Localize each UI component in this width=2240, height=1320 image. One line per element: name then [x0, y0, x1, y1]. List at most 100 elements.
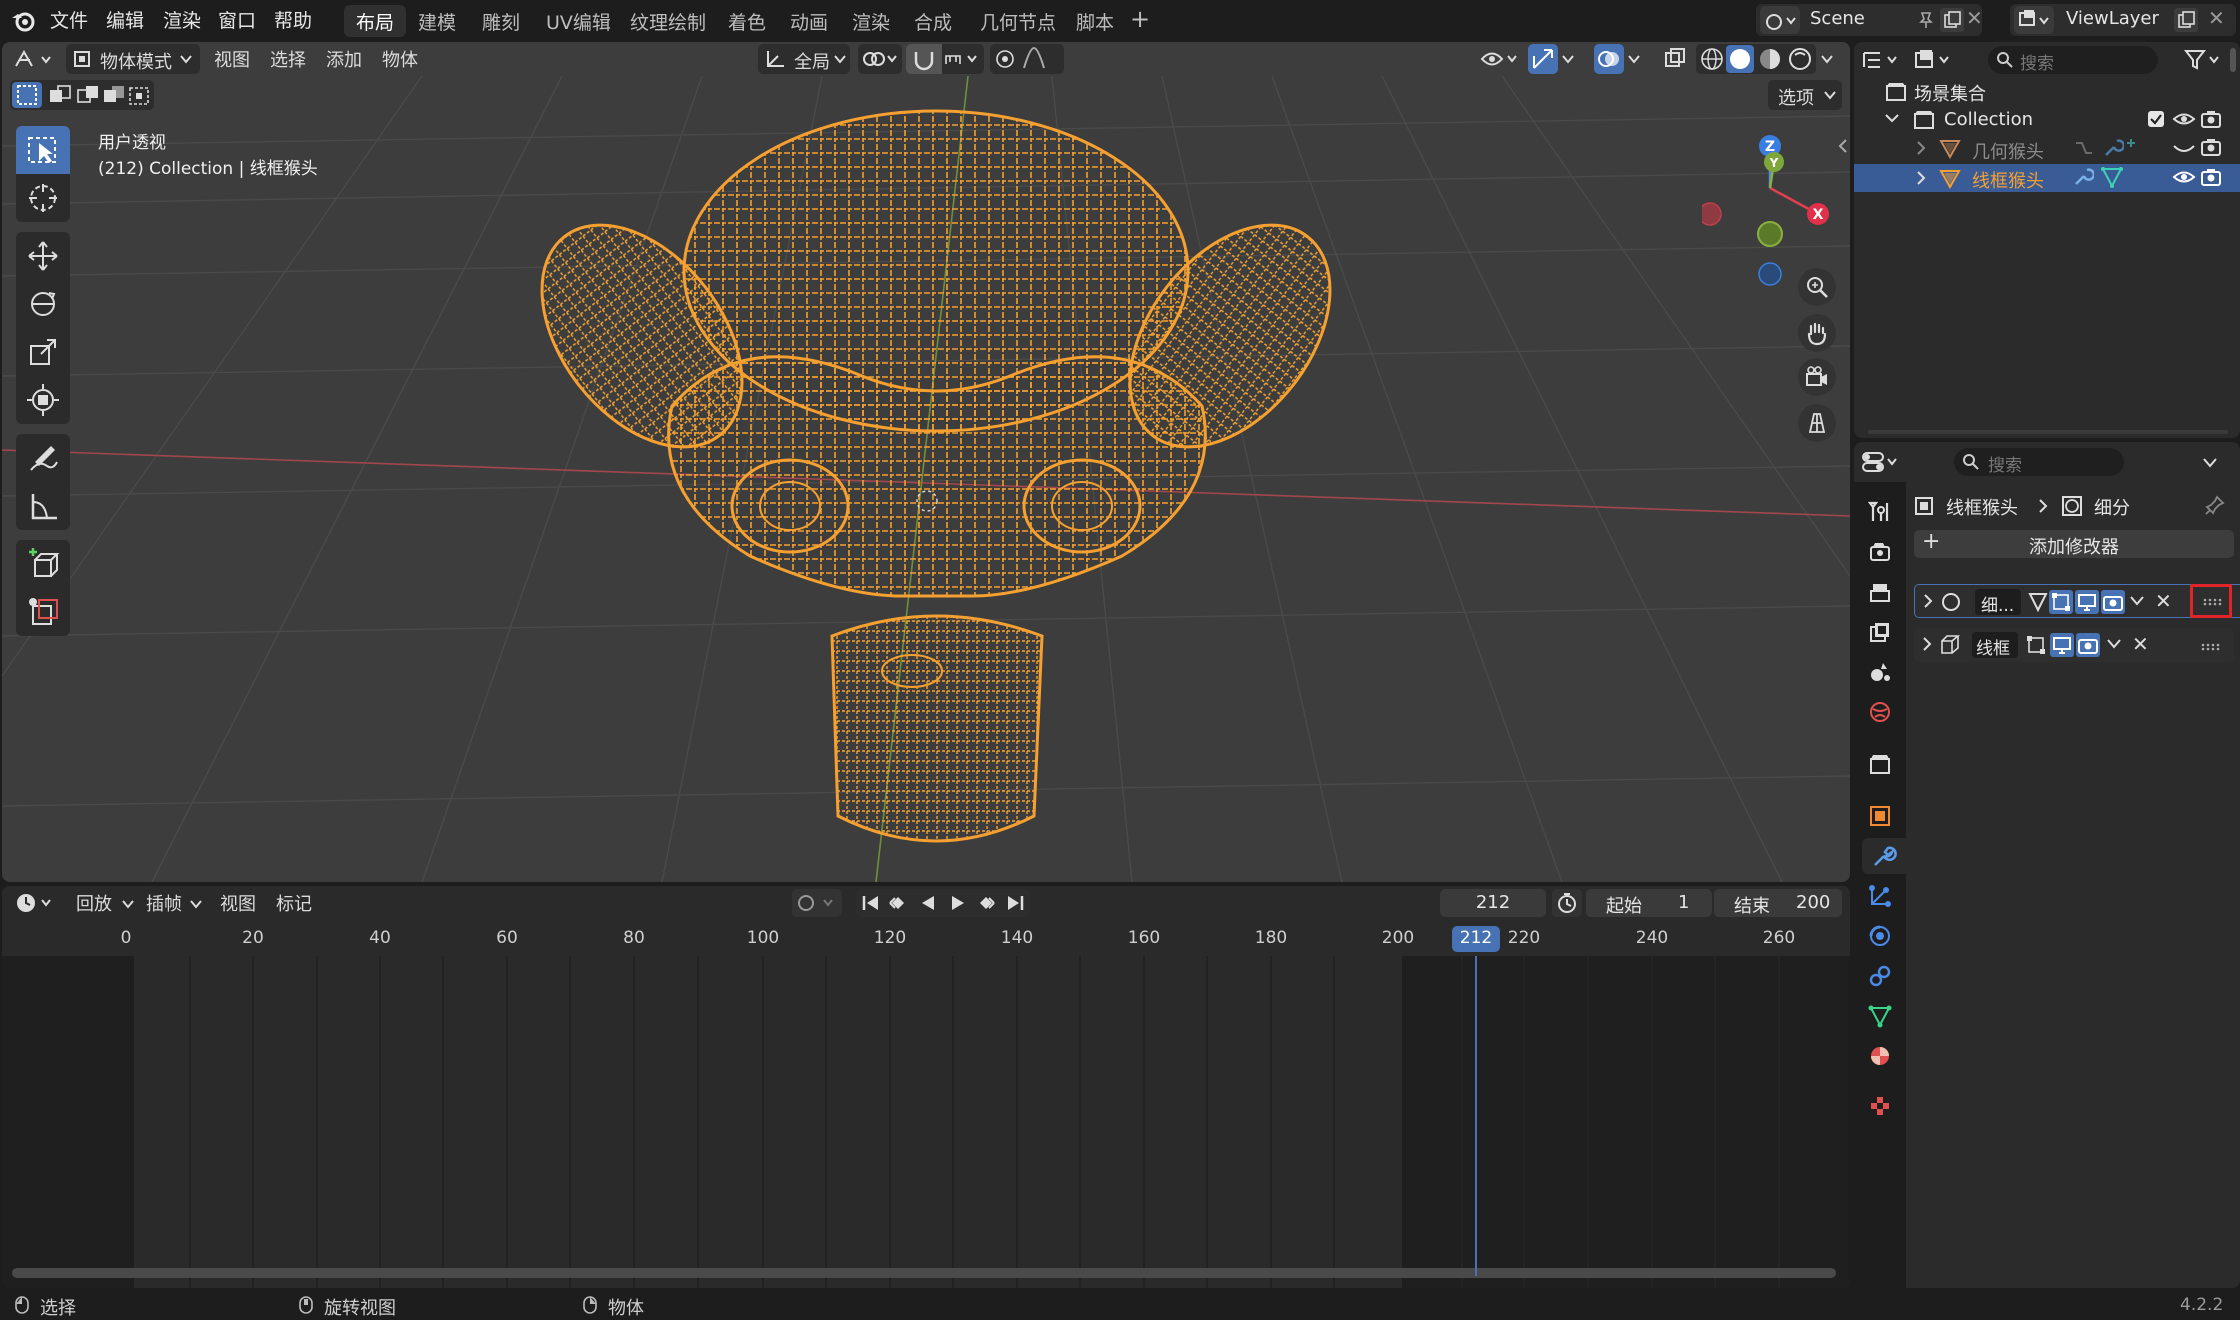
- tab-compositing[interactable]: 合成: [902, 5, 964, 37]
- outliner-item-label[interactable]: 线框猴头: [1972, 167, 2044, 193]
- world-tab-icon[interactable]: [1862, 694, 1898, 730]
- overlays-toggle[interactable]: [1594, 44, 1624, 74]
- add-cube-tool[interactable]: [16, 540, 70, 588]
- tab-uv-editing[interactable]: UV编辑: [534, 5, 623, 37]
- annotate-tool[interactable]: [16, 434, 70, 482]
- menu-help[interactable]: 帮助: [274, 6, 312, 33]
- tool-tab-icon[interactable]: [1862, 494, 1898, 530]
- select-box-tool[interactable]: [16, 126, 70, 174]
- 3d-viewport[interactable]: 物体模式 视图 选择 添加 物体 全局 选项 用户透视 (212) Collec…: [2, 42, 1850, 882]
- extrude-tool[interactable]: [16, 588, 70, 636]
- tab-geometry-nodes[interactable]: 几何节点: [968, 5, 1068, 37]
- pin-icon[interactable]: [1916, 10, 1936, 30]
- shading-dropdown[interactable]: [1816, 44, 1840, 74]
- pin-icon[interactable]: [2204, 494, 2226, 516]
- drag-handle-icon[interactable]: [2202, 597, 2222, 607]
- outliner-horizontal-scrollbar[interactable]: [1868, 430, 2228, 434]
- expand-modifier-icon[interactable]: [1921, 592, 1935, 610]
- cursor-tool[interactable]: [16, 174, 70, 222]
- delete-view-layer-icon[interactable]: ✕: [2208, 6, 2225, 30]
- filter-dropdown[interactable]: [2182, 46, 2224, 74]
- new-scene-icon[interactable]: [1940, 8, 1964, 32]
- solid-shading-icon[interactable]: [1726, 45, 1754, 73]
- scene-tab-icon[interactable]: [1862, 654, 1898, 690]
- render-camera-icon[interactable]: [2200, 166, 2222, 188]
- texture-tab-icon[interactable]: [1862, 1088, 1898, 1124]
- jump-to-end-icon[interactable]: [1004, 893, 1026, 913]
- expand-collection-icon[interactable]: [1884, 110, 1900, 126]
- remove-modifier-icon[interactable]: ✕: [2132, 632, 2149, 656]
- mode-dropdown[interactable]: 物体模式: [66, 44, 200, 74]
- outliner-editor-type-icon[interactable]: [1860, 46, 1904, 74]
- transform-tool[interactable]: [16, 376, 70, 424]
- scene-name[interactable]: Scene: [1810, 8, 1865, 29]
- viewport-menu-select[interactable]: 选择: [270, 46, 306, 72]
- tab-modeling[interactable]: 建模: [406, 5, 468, 37]
- blender-logo-icon[interactable]: [10, 6, 38, 34]
- view-layer-name[interactable]: ViewLayer: [2066, 8, 2159, 29]
- tab-scripting[interactable]: 脚本: [1064, 5, 1126, 37]
- modifier-name-field[interactable]: 细...: [1975, 589, 2021, 616]
- auto-keying-toggle[interactable]: [792, 889, 842, 917]
- render-camera-icon[interactable]: [2200, 136, 2222, 158]
- menu-file[interactable]: 文件: [50, 6, 88, 33]
- end-frame-field[interactable]: 结束 200: [1714, 889, 1842, 917]
- timeline-menu-keying[interactable]: 插帧: [146, 890, 182, 916]
- zoom-icon[interactable]: [1798, 268, 1836, 306]
- rotate-tool[interactable]: [16, 280, 70, 328]
- navigation-gizmo[interactable]: Z X Y: [1702, 130, 1838, 290]
- measure-tool[interactable]: [16, 482, 70, 530]
- gizmo-dropdown[interactable]: [1558, 44, 1580, 74]
- pivot-point-dropdown[interactable]: [858, 44, 902, 74]
- modifier-menu-chevron-icon[interactable]: [2106, 637, 2122, 651]
- view-layer-tab-icon[interactable]: [1862, 614, 1898, 650]
- rendered-shading-icon[interactable]: [1786, 45, 1814, 73]
- render-tab-icon[interactable]: [1862, 534, 1898, 570]
- hidden-eye-icon[interactable]: [2172, 138, 2196, 160]
- timeline-menu-view[interactable]: 视图: [220, 890, 256, 916]
- output-tab-icon[interactable]: [1862, 574, 1898, 610]
- render-toggle[interactable]: [2101, 590, 2125, 614]
- pan-hand-icon[interactable]: [1798, 314, 1836, 352]
- delete-scene-icon[interactable]: ✕: [1966, 6, 1983, 30]
- collection-tab-icon[interactable]: [1862, 746, 1898, 782]
- tab-texture-paint[interactable]: 纹理绘制: [618, 5, 718, 37]
- transform-orientation-dropdown[interactable]: 全局: [758, 44, 850, 74]
- preview-range-toggle[interactable]: [1552, 889, 1582, 917]
- tab-sculpting[interactable]: 雕刻: [470, 5, 532, 37]
- play-icon[interactable]: [948, 893, 968, 913]
- drag-handle-icon[interactable]: [2200, 642, 2220, 652]
- constraints-tab-icon[interactable]: [1862, 958, 1898, 994]
- visibility-eye-icon[interactable]: [2172, 166, 2196, 188]
- proportional-editing-toggle[interactable]: [990, 44, 1020, 74]
- proportional-falloff-dropdown[interactable]: [1020, 44, 1064, 74]
- display-mode-dropdown[interactable]: [1910, 46, 1958, 74]
- snap-target-dropdown[interactable]: [942, 44, 984, 74]
- viewport-menu-add[interactable]: 添加: [326, 46, 362, 72]
- menu-render[interactable]: 渲染: [163, 6, 201, 33]
- tab-shading[interactable]: 着色: [716, 5, 778, 37]
- move-tool[interactable]: [16, 232, 70, 280]
- exclude-checkbox[interactable]: [2148, 111, 2164, 127]
- chevron-down-icon[interactable]: [2202, 456, 2218, 470]
- modifier-name-field[interactable]: 线框: [1972, 632, 2018, 659]
- jump-to-keyframe-next-icon[interactable]: [972, 893, 998, 913]
- frame-ruler[interactable]: 0 20 40 60 80 100 120 140 160 180 200 22…: [2, 920, 1850, 956]
- scale-tool[interactable]: [16, 328, 70, 376]
- properties-editor-type-icon[interactable]: [1860, 448, 1904, 476]
- view-layer-icon[interactable]: [2014, 6, 2054, 34]
- particles-tab-icon[interactable]: [1862, 878, 1898, 914]
- collapse-sidebar-icon[interactable]: [1836, 138, 1850, 154]
- current-frame-field[interactable]: 212: [1440, 889, 1546, 917]
- camera-view-icon[interactable]: [1798, 358, 1836, 396]
- edit-mode-toggle[interactable]: [2024, 633, 2048, 657]
- render-toggle[interactable]: [2076, 633, 2100, 657]
- collection-label[interactable]: Collection: [1944, 109, 2033, 130]
- xray-toggle[interactable]: [1660, 44, 1690, 74]
- object-data-tab-icon[interactable]: [1862, 998, 1898, 1034]
- perspective-toggle-icon[interactable]: [1798, 404, 1836, 442]
- editor-type-icon[interactable]: [10, 44, 58, 74]
- timeline-editor-type-icon[interactable]: [12, 889, 60, 917]
- modifier-tab-icon[interactable]: [1862, 838, 1906, 874]
- play-reverse-icon[interactable]: [918, 893, 938, 913]
